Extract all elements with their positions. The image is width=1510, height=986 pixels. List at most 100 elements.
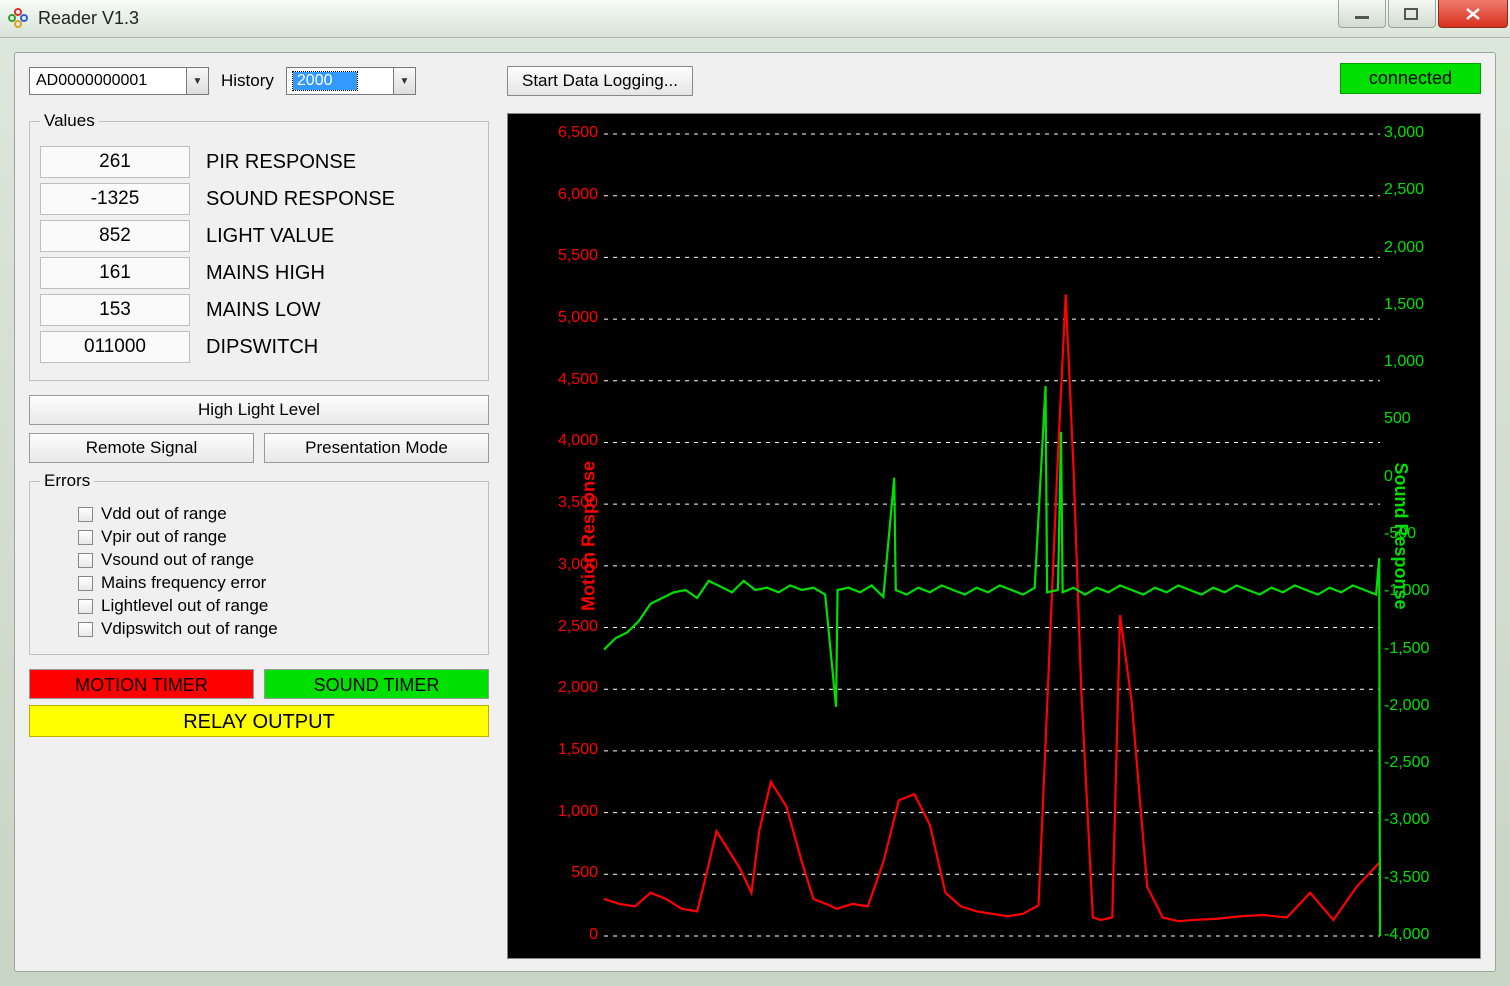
value-label: MAINS HIGH <box>206 262 325 285</box>
value-box: -1325 <box>40 183 190 215</box>
history-select-value: 2000 <box>293 72 357 90</box>
error-row: Vpir out of range <box>78 527 478 547</box>
right-tick: -500 <box>1384 525 1440 543</box>
right-tick: -2,500 <box>1384 754 1440 772</box>
value-box: 011000 <box>40 331 190 363</box>
series-motion-response <box>604 294 1380 921</box>
chevron-down-icon: ▼ <box>393 68 415 94</box>
values-group: Values 261 PIR RESPONSE -1325 SOUND RESPONS… <box>29 111 489 381</box>
values-legend: Values <box>40 111 99 131</box>
titlebar: Reader V1.3 <box>0 0 1510 38</box>
maximize-button[interactable] <box>1388 0 1436 28</box>
left-tick: 1,000 <box>548 803 598 821</box>
value-row: 161 MAINS HIGH <box>40 257 478 289</box>
error-row: Lightlevel out of range <box>78 596 478 616</box>
error-checkbox[interactable] <box>78 599 93 614</box>
motion-timer-indicator: MOTION TIMER <box>29 669 254 699</box>
value-label: LIGHT VALUE <box>206 225 334 248</box>
response-chart: Motion Response Sound Response 05001,000… <box>507 113 1481 959</box>
right-tick: 1,500 <box>1384 296 1440 314</box>
chart-svg <box>508 114 1480 958</box>
right-tick: 0 <box>1384 468 1440 486</box>
right-tick: -1,500 <box>1384 640 1440 658</box>
left-tick: 4,000 <box>548 432 598 450</box>
error-checkbox[interactable] <box>78 622 93 637</box>
value-row: 852 LIGHT VALUE <box>40 220 478 252</box>
minimize-button[interactable] <box>1338 0 1386 28</box>
error-label: Vdipswitch out of range <box>101 619 278 639</box>
relay-output-indicator: RELAY OUTPUT <box>29 705 489 737</box>
error-label: Vpir out of range <box>101 527 227 547</box>
value-label: DIPSWITCH <box>206 336 318 359</box>
value-box: 161 <box>40 257 190 289</box>
right-column: Start Data Logging... Motion Response So… <box>507 65 1481 959</box>
left-tick: 2,000 <box>548 679 598 697</box>
start-logging-button[interactable]: Start Data Logging... <box>507 66 693 96</box>
right-tick: -1,000 <box>1384 582 1440 600</box>
error-checkbox[interactable] <box>78 530 93 545</box>
right-tick: -2,000 <box>1384 697 1440 715</box>
value-label: MAINS LOW <box>206 299 320 322</box>
error-label: Vsound out of range <box>101 550 254 570</box>
left-tick: 4,500 <box>548 371 598 389</box>
right-tick: -4,000 <box>1384 926 1440 944</box>
value-box: 261 <box>40 146 190 178</box>
device-select[interactable]: AD0000000001 ▼ <box>29 67 209 95</box>
window-title: Reader V1.3 <box>38 8 139 29</box>
error-label: Vdd out of range <box>101 504 227 524</box>
left-tick: 3,500 <box>548 494 598 512</box>
left-tick: 2,500 <box>548 618 598 636</box>
client-area: connected AD0000000001 ▼ History 2000 ▼ … <box>14 52 1496 972</box>
history-select[interactable]: 2000 ▼ <box>286 67 416 95</box>
history-label: History <box>221 71 274 91</box>
app-icon <box>8 8 30 30</box>
right-tick: 1,000 <box>1384 353 1440 371</box>
error-label: Mains frequency error <box>101 573 266 593</box>
value-row: 153 MAINS LOW <box>40 294 478 326</box>
right-tick: -3,000 <box>1384 811 1440 829</box>
left-tick: 6,500 <box>548 124 598 142</box>
left-tick: 0 <box>548 926 598 944</box>
errors-group: Errors Vdd out of range Vpir out of range… <box>29 471 489 655</box>
value-row: 261 PIR RESPONSE <box>40 146 478 178</box>
minimize-icon <box>1353 8 1371 20</box>
right-tick: 500 <box>1384 410 1440 428</box>
device-select-value: AD0000000001 <box>36 72 147 90</box>
left-tick: 6,000 <box>548 186 598 204</box>
value-row: -1325 SOUND RESPONSE <box>40 183 478 215</box>
high-light-level-button[interactable]: High Light Level <box>29 395 489 425</box>
error-label: Lightlevel out of range <box>101 596 268 616</box>
sound-timer-indicator: SOUND TIMER <box>264 669 489 699</box>
chevron-down-icon: ▼ <box>186 68 208 94</box>
left-column: AD0000000001 ▼ History 2000 ▼ Values 261… <box>29 65 489 959</box>
error-checkbox[interactable] <box>78 576 93 591</box>
error-checkbox[interactable] <box>78 553 93 568</box>
left-tick: 1,500 <box>548 741 598 759</box>
errors-legend: Errors <box>40 471 94 491</box>
right-tick: 2,500 <box>1384 181 1440 199</box>
left-tick: 500 <box>548 864 598 882</box>
maximize-icon <box>1403 7 1421 21</box>
left-tick: 5,500 <box>548 247 598 265</box>
error-row: Vsound out of range <box>78 550 478 570</box>
right-tick: 2,000 <box>1384 239 1440 257</box>
value-label: PIR RESPONSE <box>206 151 356 174</box>
series-sound-response <box>604 386 1380 936</box>
remote-signal-button[interactable]: Remote Signal <box>29 433 254 463</box>
error-row: Mains frequency error <box>78 573 478 593</box>
presentation-mode-button[interactable]: Presentation Mode <box>264 433 489 463</box>
error-row: Vdd out of range <box>78 504 478 524</box>
value-label: SOUND RESPONSE <box>206 188 395 211</box>
right-tick: -3,500 <box>1384 869 1440 887</box>
value-box: 852 <box>40 220 190 252</box>
value-row: 011000 DIPSWITCH <box>40 331 478 363</box>
left-tick: 3,000 <box>548 556 598 574</box>
error-row: Vdipswitch out of range <box>78 619 478 639</box>
connection-status: connected <box>1340 63 1481 94</box>
value-box: 153 <box>40 294 190 326</box>
error-checkbox[interactable] <box>78 507 93 522</box>
left-tick: 5,000 <box>548 309 598 327</box>
right-tick: 3,000 <box>1384 124 1440 142</box>
close-icon <box>1464 7 1482 21</box>
close-button[interactable] <box>1438 0 1508 28</box>
